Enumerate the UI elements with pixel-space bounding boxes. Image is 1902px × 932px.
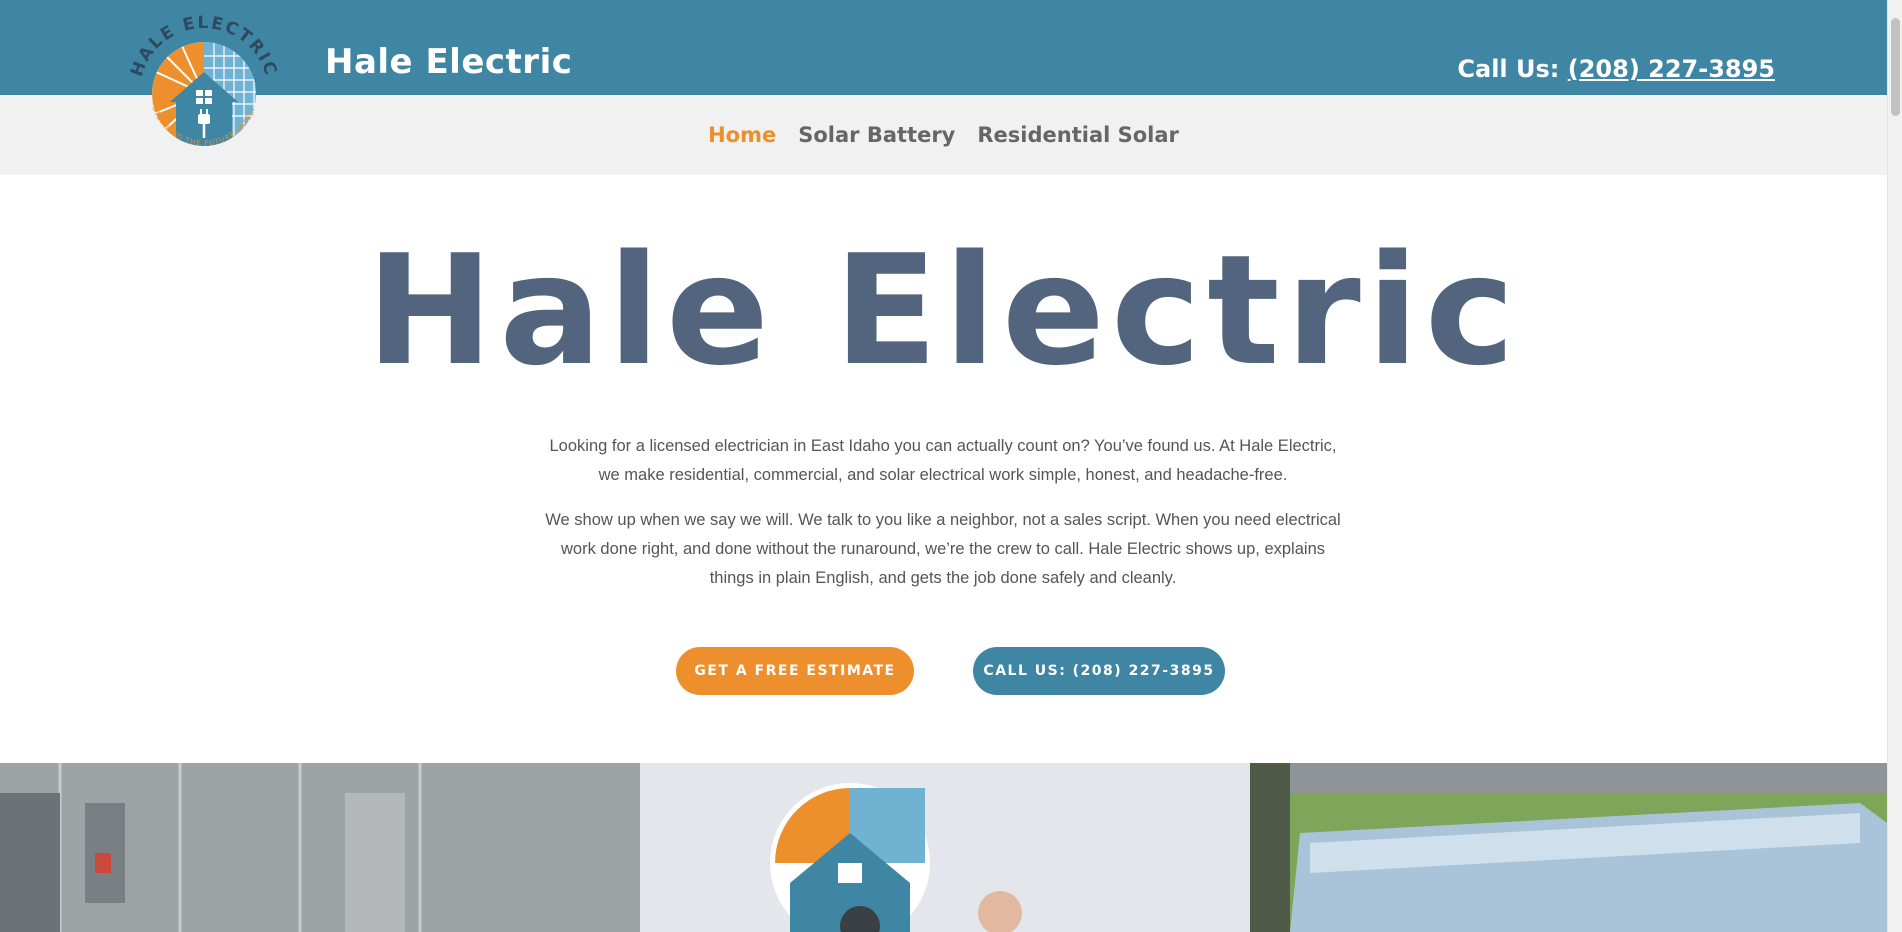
nav-residential-solar[interactable]: Residential Solar [977,123,1179,147]
call-us-label: Call Us: [1457,55,1560,83]
page-scrollbar[interactable] [1887,0,1902,932]
hale-electric-logo[interactable]: HALE ELECTRIC STEP INTO THE FUTURE SAFEL… [118,6,290,178]
header-phone-link[interactable]: (208) 227-3895 [1568,55,1775,83]
nav-solar-battery[interactable]: Solar Battery [798,123,955,147]
hero-intro-paragraph: Looking for a licensed electrician in Ea… [549,437,1337,484]
header-call-us: Call Us: (208) 227-3895 [1457,55,1775,83]
scrollbar-thumb[interactable] [1891,18,1900,116]
team-photo [0,763,1887,932]
call-us-button[interactable]: CALL US: (208) 227-3895 [973,647,1225,695]
hero-second-paragraph: We show up when we say we will. We talk … [545,511,1341,587]
hero-title: Hale Electric [366,222,1521,399]
free-estimate-button[interactable]: GET A FREE ESTIMATE [676,647,914,695]
nav-home[interactable]: Home [708,123,776,147]
site-title[interactable]: Hale Electric [325,42,572,82]
